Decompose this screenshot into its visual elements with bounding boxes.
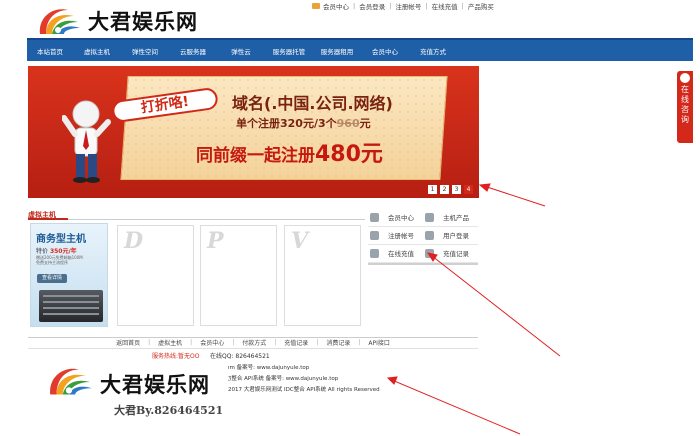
panel-register[interactable]: 注册帐号	[368, 227, 423, 245]
logo-swirl-icon	[39, 9, 80, 34]
view-details-button[interactable]: 查看详情	[37, 274, 67, 283]
nav-recharge[interactable]: 充值方式	[409, 46, 457, 56]
chat-icon	[680, 73, 690, 83]
banner-page-2[interactable]: 2	[440, 185, 449, 194]
site-logo[interactable]: 大君娱乐网	[34, 4, 224, 38]
footer-nav: 返回首页 | 虚拟主机 | 会员中心 | 付款方式 | 充值记录 | 消费记录 | API接…	[28, 337, 478, 347]
footer-logo: 大君娱乐网	[44, 363, 244, 399]
toplink-login[interactable]: 会员登录	[359, 1, 385, 11]
footer-link-host[interactable]: 虚拟主机	[158, 338, 182, 347]
nav-server-hosting[interactable]: 服务器托管	[265, 46, 313, 56]
top-links: 会员中心 | 会员登录 | 注册帐号 | 在线充值 | 产品购买	[312, 1, 494, 11]
nav-server-rental[interactable]: 服务器租用	[313, 46, 361, 56]
nav-elastic-cloud[interactable]: 弹性云	[217, 46, 265, 56]
footer-link-api[interactable]: API接口	[368, 338, 390, 347]
main-nav: 本站首页 虚拟主机 弹性空间 云服务器 弹性云 服务器托管 服务器租用 会员中心…	[27, 38, 693, 61]
footer-body: 服务热线:暂无OO 在线QQ: 826464521 ım 备案号: www.da…	[28, 348, 478, 436]
host-card-p[interactable]: P	[200, 225, 277, 326]
nav-cloud-server[interactable]: 云服务器	[169, 46, 217, 56]
register-icon	[370, 231, 379, 240]
service-hotline: 服务热线:暂无OO	[152, 353, 200, 360]
toplink-buy[interactable]: 产品购买	[468, 1, 494, 11]
footer-link-payment[interactable]: 付款方式	[242, 338, 266, 347]
logo-swirl-icon	[50, 368, 92, 395]
host-card-d[interactable]: D	[117, 225, 194, 326]
footer-link-member[interactable]: 会员中心	[200, 338, 224, 347]
toplink-recharge[interactable]: 在线充值	[432, 1, 458, 11]
login-icon	[425, 231, 434, 240]
online-consult-tab[interactable]: 在 线 咨 询	[677, 71, 693, 143]
panel-records[interactable]: 充值记录	[423, 245, 478, 263]
banner-page-3[interactable]: 3	[452, 185, 461, 194]
banner-page-4[interactable]: 4	[464, 185, 473, 194]
banner-page-1[interactable]: 1	[428, 185, 437, 194]
nav-home[interactable]: 本站首页	[27, 46, 73, 56]
nav-member-center[interactable]: 会员中心	[361, 46, 409, 56]
footer-link-home[interactable]: 返回首页	[116, 338, 140, 347]
banner-price-line: 单个注册320元/3个960元	[236, 117, 371, 130]
panel-host-products[interactable]: 主机产品	[423, 209, 478, 227]
banner-offer-line: 同前缀一起注册480元	[196, 142, 383, 167]
toplink-register[interactable]: 注册帐号	[395, 1, 421, 11]
host-card-v[interactable]: V	[284, 225, 361, 326]
server-icon	[425, 213, 434, 222]
footer-link-consume[interactable]: 消费记录	[326, 338, 350, 347]
panel-recharge[interactable]: 在线充值	[368, 245, 423, 263]
mascot-figure-icon	[62, 100, 111, 183]
section-divider	[28, 218, 365, 220]
panel-login[interactable]: 用户登录	[423, 227, 478, 245]
record-icon	[425, 249, 434, 258]
footer-link-recharge[interactable]: 充值记录	[284, 338, 308, 347]
nav-elastic-space[interactable]: 弹性空间	[121, 46, 169, 56]
footer-signature: 大君By.826464521	[114, 404, 224, 417]
online-qq[interactable]: 在线QQ: 826464521	[210, 351, 270, 360]
server-rack-icon	[39, 290, 103, 322]
recharge-icon	[370, 249, 379, 258]
footer-copyright: 2017 大君娱乐网测试 IDC整合 API系统 All rights Rese…	[228, 387, 380, 393]
quick-links-panel: 会员中心 主机产品 注册帐号 用户登录 在线充值 充值记录	[368, 209, 478, 263]
cart-icon	[312, 3, 320, 9]
business-host-promo[interactable]: 商务型主机 特价 350元/年 赠送200元免费邮箱100M 免费支持主流程序 查…	[30, 223, 108, 327]
nav-virtual-host[interactable]: 虚拟主机	[73, 46, 121, 56]
user-icon	[370, 213, 379, 222]
banner-pager: 1 2 3 4	[428, 185, 473, 194]
footer-info-2: ℨ整合 API系统 备案号: www.dajunyule.top	[228, 376, 339, 382]
promo-banner[interactable]: 打折咯! 域名(.中国.公司.网络) 单个注册320元/3个960元 同前缀一起…	[28, 66, 479, 198]
banner-headline: 域名(.中国.公司.网络)	[232, 94, 393, 113]
toplink-member[interactable]: 会员中心	[323, 1, 349, 11]
panel-member-center[interactable]: 会员中心	[368, 209, 423, 227]
logo-text: 大君娱乐网	[88, 9, 198, 34]
